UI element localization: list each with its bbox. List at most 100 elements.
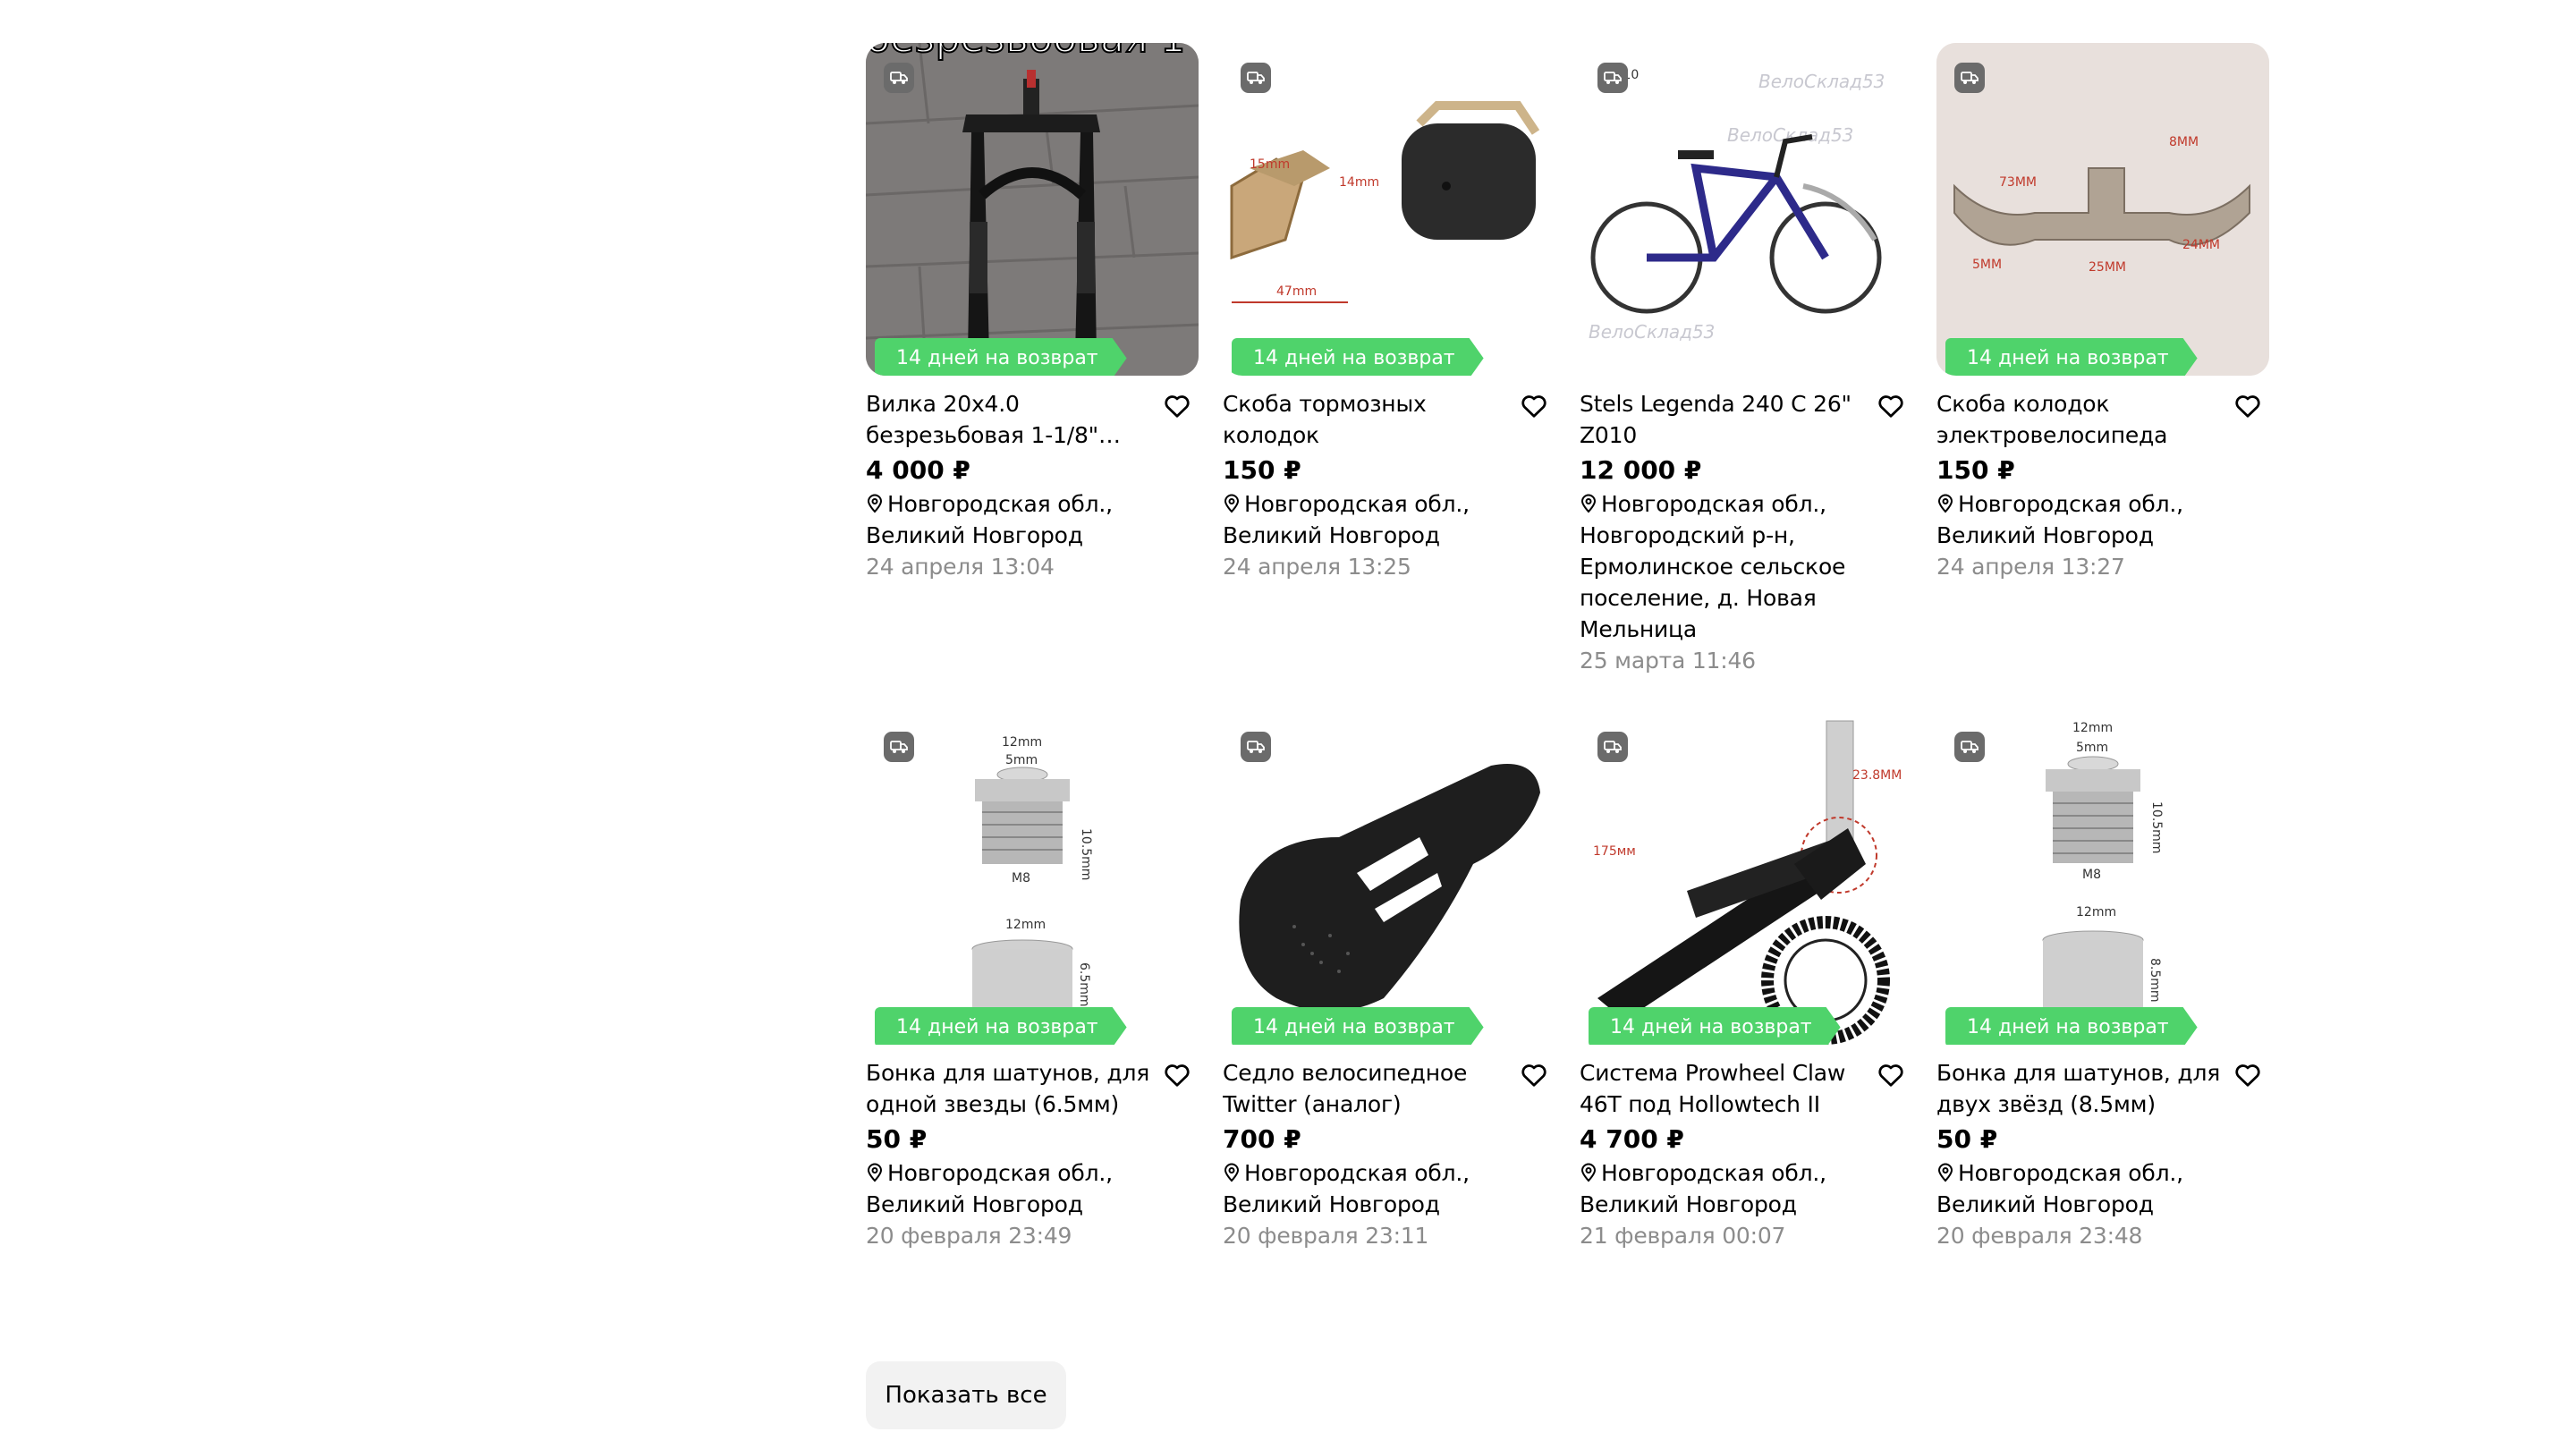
dim-label: 12mm: [1002, 735, 1042, 750]
dim-label: 10.5mm: [1079, 828, 1093, 880]
dim-label: 23.8MM: [1852, 768, 1902, 783]
listing-title[interactable]: Скоба колодок электровелосипеда: [1936, 388, 2224, 451]
return-badge: 14 дней на возврат: [1232, 1007, 1484, 1045]
listing-date: 24 апреля 13:27: [1936, 554, 2125, 580]
listing-price: 700 ₽: [1223, 1124, 1301, 1154]
listing-image[interactable]: 12mm 5mm 10.5mm M8 12mm 6.5mm 14 дней на…: [866, 712, 1199, 1045]
location-pin-icon: [1937, 494, 1953, 513]
listing-title[interactable]: Седло велосипедное Twitter (аналог): [1223, 1057, 1511, 1120]
delivery-icon: [1241, 63, 1271, 93]
location-pin-icon: [867, 494, 883, 513]
bolt-image: 12mm 5mm 10.5mm M8 12mm 8.5mm: [1936, 712, 2269, 1045]
listing-image[interactable]: 14 дней на возврат: [1223, 712, 1555, 1045]
listing-location: Новгородская обл., Великий Новгород: [866, 1157, 1199, 1220]
listing-title[interactable]: Скоба тормозных колодок: [1223, 388, 1511, 451]
dim-label: 5MM: [1972, 258, 2002, 272]
listing-image[interactable]: 23.8MM 175мм 14 дней на возврат: [1580, 712, 1912, 1045]
watermark-text: ВелоСклад53: [1758, 71, 1885, 92]
location-text: Новгородская обл., Великий Новгород: [1223, 1160, 1470, 1217]
listing-card[interactable]: 12mm 5mm 10.5mm M8 12mm 8.5mm 14 дней на…: [1936, 712, 2269, 1251]
location-pin-icon: [1580, 494, 1597, 513]
return-badge: 14 дней на возврат: [875, 1007, 1127, 1045]
listing-title[interactable]: Бонка для шатунов, для двух звёзд (8.5мм…: [1936, 1057, 2224, 1120]
delivery-icon: [884, 63, 914, 93]
listing-card[interactable]: 73MM 8MM 24MM 5MM 25MM 14 дней на возвра…: [1936, 43, 2269, 676]
listing-date: 20 февраля 23:11: [1223, 1223, 1429, 1249]
listing-title[interactable]: Stels Legenda 240 C 26" Z010: [1580, 388, 1868, 451]
favorite-heart-icon[interactable]: [1518, 1059, 1550, 1091]
dim-label: 24MM: [2182, 238, 2220, 252]
favorite-heart-icon[interactable]: [1875, 1059, 1907, 1091]
listing-location: Новгородская обл., Новгородский р-н, Ерм…: [1580, 488, 1912, 645]
dim-label: 175мм: [1593, 844, 1636, 859]
dim-label: 5mm: [1005, 753, 1038, 767]
dim-label: 6.5mm: [1077, 962, 1091, 1007]
dim-label: M8: [1012, 871, 1030, 886]
listing-image[interactable]: безрезьбовая 1 14 дней на возврат: [866, 43, 1199, 376]
listing-location: Новгородская обл., Великий Новгород: [1936, 1157, 2269, 1220]
listing-card[interactable]: ВелоСклад53 ВелоСклад53 ВелоСклад53 Z010…: [1580, 43, 1912, 676]
listing-price: 4 700 ₽: [1580, 1124, 1684, 1154]
listing-image[interactable]: 12mm 5mm 10.5mm M8 12mm 8.5mm 14 дней на…: [1936, 712, 2269, 1045]
listing-card[interactable]: 12mm 5mm 10.5mm M8 12mm 6.5mm 14 дней на…: [866, 712, 1199, 1251]
dim-label: 12mm: [2072, 721, 2113, 735]
location-text: Новгородская обл., Великий Новгород: [1580, 1160, 1826, 1217]
location-pin-icon: [1580, 1163, 1597, 1182]
location-text: Новгородская обл., Великий Новгород: [866, 491, 1113, 548]
favorite-heart-icon[interactable]: [2232, 1059, 2264, 1091]
delivery-icon: [1954, 732, 1985, 762]
watermark-text: ВелоСклад53: [1589, 321, 1715, 343]
pad-spring-image: 73MM 8MM 24MM 5MM 25MM: [1936, 43, 2269, 376]
listing-card[interactable]: безрезьбовая 1 14 дней на возврат Вилка …: [866, 43, 1199, 676]
favorite-heart-icon[interactable]: [1518, 390, 1550, 422]
listing-image[interactable]: 73MM 8MM 24MM 5MM 25MM 14 дней на возвра…: [1936, 43, 2269, 376]
listing-title[interactable]: Вилка 20х4.0 безрезьбовая 1-1/8" 210мм: [866, 388, 1154, 451]
listing-image[interactable]: ВелоСклад53 ВелоСклад53 ВелоСклад53 Z010: [1580, 43, 1912, 376]
delivery-icon: [1597, 732, 1628, 762]
listing-date: 25 марта 11:46: [1580, 648, 1756, 674]
dim-label: 5mm: [2076, 741, 2108, 755]
dim-label: 10.5mm: [2149, 801, 2164, 853]
delivery-icon: [884, 732, 914, 762]
show-all-button[interactable]: Показать все: [866, 1361, 1066, 1429]
dim-label: 12mm: [2076, 905, 2116, 919]
listing-card[interactable]: 14 дней на возврат Седло велосипедное Tw…: [1223, 712, 1555, 1251]
return-badge: 14 дней на возврат: [1945, 338, 2198, 376]
location-text: Новгородская обл., Новгородский р-н, Ерм…: [1580, 491, 1846, 642]
brake-pad-image: 15mm 14mm 47mm: [1223, 43, 1555, 376]
listing-location: Новгородская обл., Великий Новгород: [1223, 1157, 1555, 1220]
saddle-image: [1223, 712, 1555, 1045]
favorite-heart-icon[interactable]: [1161, 1059, 1193, 1091]
favorite-heart-icon[interactable]: [1161, 390, 1193, 422]
return-badge: 14 дней на возврат: [1232, 338, 1484, 376]
listing-date: 20 февраля 23:49: [866, 1223, 1072, 1249]
dim-label: M8: [2082, 868, 2101, 882]
bolt-image: 12mm 5mm 10.5mm M8 12mm 6.5mm: [866, 712, 1199, 1045]
crankset-image: 23.8MM 175мм: [1580, 712, 1912, 1045]
delivery-icon: [1597, 63, 1628, 93]
location-text: Новгородская обл., Великий Новгород: [1936, 491, 2183, 548]
listing-title[interactable]: Бонка для шатунов, для одной звезды (6.5…: [866, 1057, 1154, 1120]
listing-image[interactable]: 15mm 14mm 47mm 14 дней на возврат: [1223, 43, 1555, 376]
listing-location: Новгородская обл., Великий Новгород: [1223, 488, 1555, 551]
listing-price: 50 ₽: [1936, 1124, 1998, 1154]
location-pin-icon: [867, 1163, 883, 1182]
return-badge: 14 дней на возврат: [1589, 1007, 1841, 1045]
location-text: Новгородская обл., Великий Новгород: [1223, 491, 1470, 548]
listing-card[interactable]: 23.8MM 175мм 14 дней на возврат Система …: [1580, 712, 1912, 1251]
return-badge: 14 дней на возврат: [1945, 1007, 2198, 1045]
favorite-heart-icon[interactable]: [2232, 390, 2264, 422]
listing-location: Новгородская обл., Великий Новгород: [866, 488, 1199, 551]
dim-label: 15mm: [1250, 157, 1290, 172]
listing-price: 150 ₽: [1223, 455, 1301, 485]
dim-label: 25MM: [2089, 260, 2126, 275]
listing-price: 50 ₽: [866, 1124, 928, 1154]
fork-caption: безрезьбовая 1: [866, 43, 1185, 62]
listing-card[interactable]: 15mm 14mm 47mm 14 дней на возврат Скоба …: [1223, 43, 1555, 676]
listing-date: 24 апреля 13:04: [866, 554, 1055, 580]
dim-label: 73MM: [1999, 175, 2037, 190]
location-text: Новгородская обл., Великий Новгород: [866, 1160, 1113, 1217]
location-pin-icon: [1937, 1163, 1953, 1182]
favorite-heart-icon[interactable]: [1875, 390, 1907, 422]
listing-title[interactable]: Система Prowheel Claw 46T под Hollowtech…: [1580, 1057, 1868, 1120]
